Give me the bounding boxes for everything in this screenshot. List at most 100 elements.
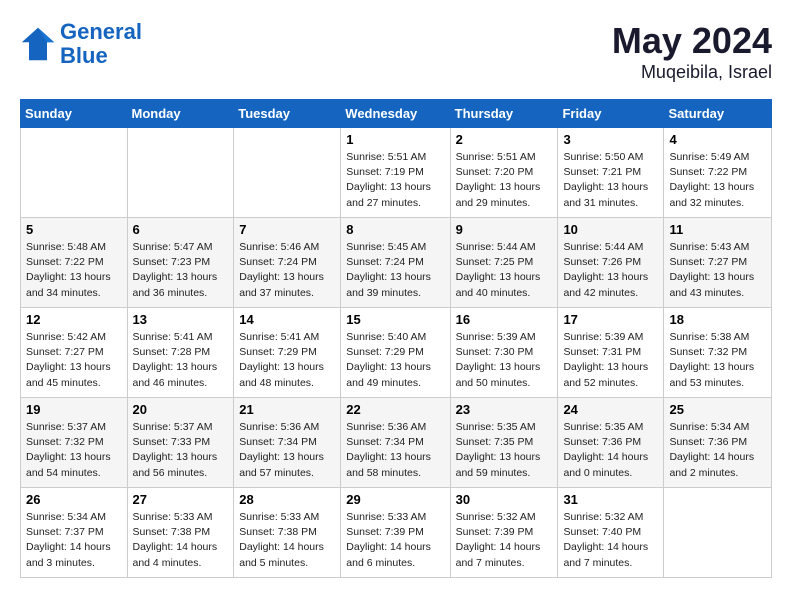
- calendar-cell: 3Sunrise: 5:50 AMSunset: 7:21 PMDaylight…: [558, 128, 664, 218]
- calendar-table: SundayMondayTuesdayWednesdayThursdayFrid…: [20, 99, 772, 578]
- weekday-header-saturday: Saturday: [664, 100, 772, 128]
- logo-blue: Blue: [60, 43, 108, 68]
- week-row-4: 19 Sunrise: 5:37 AMSunset: 7:32 PMDayligh…: [21, 398, 772, 488]
- calendar-cell: 14 Sunrise: 5:41 AMSunset: 7:29 PMDayligh…: [234, 308, 341, 398]
- day-info: Sunrise: 5:44 AMSunset: 7:25 PMDaylight:…: [456, 240, 553, 301]
- day-info: Sunrise: 5:32 AMSunset: 7:40 PMDaylight:…: [563, 510, 658, 571]
- day-number: 15: [346, 312, 444, 327]
- calendar-cell: 24 Sunrise: 5:35 AMSunset: 7:36 PMDayligh…: [558, 398, 664, 488]
- day-number: 29: [346, 492, 444, 507]
- calendar-cell: 5 Sunrise: 5:48 AMSunset: 7:22 PMDaylight…: [21, 218, 128, 308]
- day-number: 22: [346, 402, 444, 417]
- day-info: Sunrise: 5:48 AMSunset: 7:22 PMDaylight:…: [26, 240, 122, 301]
- calendar-cell: 31 Sunrise: 5:32 AMSunset: 7:40 PMDayligh…: [558, 488, 664, 578]
- calendar-cell: 29 Sunrise: 5:33 AMSunset: 7:39 PMDayligh…: [341, 488, 450, 578]
- calendar-cell: 4Sunrise: 5:49 AMSunset: 7:22 PMDaylight…: [664, 128, 772, 218]
- calendar-cell: 1Sunrise: 5:51 AMSunset: 7:19 PMDaylight…: [341, 128, 450, 218]
- day-info: Sunrise: 5:37 AMSunset: 7:33 PMDaylight:…: [133, 420, 229, 481]
- page-header: General Blue May 2024 Muqeibila, Israel: [20, 20, 772, 83]
- day-info: Sunrise: 5:46 AMSunset: 7:24 PMDaylight:…: [239, 240, 335, 301]
- calendar-cell: 11 Sunrise: 5:43 AMSunset: 7:27 PMDayligh…: [664, 218, 772, 308]
- day-number: 1: [346, 132, 444, 147]
- day-number: 11: [669, 222, 766, 237]
- day-info: Sunrise: 5:37 AMSunset: 7:32 PMDaylight:…: [26, 420, 122, 481]
- day-info: Sunrise: 5:45 AMSunset: 7:24 PMDaylight:…: [346, 240, 444, 301]
- day-number: 24: [563, 402, 658, 417]
- day-info: Sunrise: 5:39 AMSunset: 7:30 PMDaylight:…: [456, 330, 553, 391]
- week-row-1: 1Sunrise: 5:51 AMSunset: 7:19 PMDaylight…: [21, 128, 772, 218]
- day-info: Sunrise: 5:51 AMSunset: 7:20 PMDaylight:…: [456, 150, 553, 211]
- weekday-header-friday: Friday: [558, 100, 664, 128]
- logo-text: General Blue: [60, 20, 142, 68]
- day-info: Sunrise: 5:43 AMSunset: 7:27 PMDaylight:…: [669, 240, 766, 301]
- logo: General Blue: [20, 20, 142, 68]
- day-info: Sunrise: 5:33 AMSunset: 7:39 PMDaylight:…: [346, 510, 444, 571]
- week-row-5: 26 Sunrise: 5:34 AMSunset: 7:37 PMDayligh…: [21, 488, 772, 578]
- calendar-cell: [664, 488, 772, 578]
- logo-general: General: [60, 19, 142, 44]
- calendar-cell: 12 Sunrise: 5:42 AMSunset: 7:27 PMDayligh…: [21, 308, 128, 398]
- day-number: 30: [456, 492, 553, 507]
- calendar-cell: 23Sunrise: 5:35 AMSunset: 7:35 PMDayligh…: [450, 398, 558, 488]
- day-number: 14: [239, 312, 335, 327]
- day-info: Sunrise: 5:35 AMSunset: 7:35 PMDaylight:…: [456, 420, 553, 481]
- day-info: Sunrise: 5:42 AMSunset: 7:27 PMDaylight:…: [26, 330, 122, 391]
- day-info: Sunrise: 5:32 AMSunset: 7:39 PMDaylight:…: [456, 510, 553, 571]
- day-number: 26: [26, 492, 122, 507]
- day-number: 25: [669, 402, 766, 417]
- day-number: 9: [456, 222, 553, 237]
- calendar-cell: 26 Sunrise: 5:34 AMSunset: 7:37 PMDayligh…: [21, 488, 128, 578]
- calendar-cell: 22Sunrise: 5:36 AMSunset: 7:34 PMDayligh…: [341, 398, 450, 488]
- weekday-header-tuesday: Tuesday: [234, 100, 341, 128]
- weekday-header-monday: Monday: [127, 100, 234, 128]
- calendar-cell: 30 Sunrise: 5:32 AMSunset: 7:39 PMDayligh…: [450, 488, 558, 578]
- logo-icon: [20, 26, 56, 62]
- weekday-header-sunday: Sunday: [21, 100, 128, 128]
- week-row-3: 12 Sunrise: 5:42 AMSunset: 7:27 PMDayligh…: [21, 308, 772, 398]
- calendar-cell: 6 Sunrise: 5:47 AMSunset: 7:23 PMDaylight…: [127, 218, 234, 308]
- calendar-cell: 28 Sunrise: 5:33 AMSunset: 7:38 PMDayligh…: [234, 488, 341, 578]
- day-number: 19: [26, 402, 122, 417]
- day-number: 12: [26, 312, 122, 327]
- calendar-cell: [21, 128, 128, 218]
- day-number: 13: [133, 312, 229, 327]
- day-info: Sunrise: 5:50 AMSunset: 7:21 PMDaylight:…: [563, 150, 658, 211]
- calendar-cell: 9 Sunrise: 5:44 AMSunset: 7:25 PMDaylight…: [450, 218, 558, 308]
- title-block: May 2024 Muqeibila, Israel: [612, 20, 772, 83]
- day-number: 6: [133, 222, 229, 237]
- day-info: Sunrise: 5:44 AMSunset: 7:26 PMDaylight:…: [563, 240, 658, 301]
- day-number: 10: [563, 222, 658, 237]
- calendar-cell: 25Sunrise: 5:34 AMSunset: 7:36 PMDayligh…: [664, 398, 772, 488]
- day-info: Sunrise: 5:41 AMSunset: 7:28 PMDaylight:…: [133, 330, 229, 391]
- day-info: Sunrise: 5:41 AMSunset: 7:29 PMDaylight:…: [239, 330, 335, 391]
- day-number: 18: [669, 312, 766, 327]
- location: Muqeibila, Israel: [612, 62, 772, 83]
- calendar-cell: 15Sunrise: 5:40 AMSunset: 7:29 PMDayligh…: [341, 308, 450, 398]
- day-number: 21: [239, 402, 335, 417]
- calendar-cell: 8Sunrise: 5:45 AMSunset: 7:24 PMDaylight…: [341, 218, 450, 308]
- day-number: 5: [26, 222, 122, 237]
- day-number: 20: [133, 402, 229, 417]
- day-number: 7: [239, 222, 335, 237]
- day-info: Sunrise: 5:49 AMSunset: 7:22 PMDaylight:…: [669, 150, 766, 211]
- calendar-cell: 17Sunrise: 5:39 AMSunset: 7:31 PMDayligh…: [558, 308, 664, 398]
- calendar-cell: [234, 128, 341, 218]
- weekday-header-wednesday: Wednesday: [341, 100, 450, 128]
- calendar-cell: 19 Sunrise: 5:37 AMSunset: 7:32 PMDayligh…: [21, 398, 128, 488]
- day-info: Sunrise: 5:34 AMSunset: 7:37 PMDaylight:…: [26, 510, 122, 571]
- day-number: 28: [239, 492, 335, 507]
- day-info: Sunrise: 5:33 AMSunset: 7:38 PMDaylight:…: [133, 510, 229, 571]
- weekday-header-row: SundayMondayTuesdayWednesdayThursdayFrid…: [21, 100, 772, 128]
- day-info: Sunrise: 5:38 AMSunset: 7:32 PMDaylight:…: [669, 330, 766, 391]
- day-number: 17: [563, 312, 658, 327]
- day-info: Sunrise: 5:35 AMSunset: 7:36 PMDaylight:…: [563, 420, 658, 481]
- day-info: Sunrise: 5:47 AMSunset: 7:23 PMDaylight:…: [133, 240, 229, 301]
- day-info: Sunrise: 5:36 AMSunset: 7:34 PMDaylight:…: [239, 420, 335, 481]
- calendar-cell: 16 Sunrise: 5:39 AMSunset: 7:30 PMDayligh…: [450, 308, 558, 398]
- calendar-cell: 2Sunrise: 5:51 AMSunset: 7:20 PMDaylight…: [450, 128, 558, 218]
- day-number: 16: [456, 312, 553, 327]
- day-info: Sunrise: 5:33 AMSunset: 7:38 PMDaylight:…: [239, 510, 335, 571]
- day-number: 31: [563, 492, 658, 507]
- week-row-2: 5 Sunrise: 5:48 AMSunset: 7:22 PMDaylight…: [21, 218, 772, 308]
- calendar-cell: 10 Sunrise: 5:44 AMSunset: 7:26 PMDayligh…: [558, 218, 664, 308]
